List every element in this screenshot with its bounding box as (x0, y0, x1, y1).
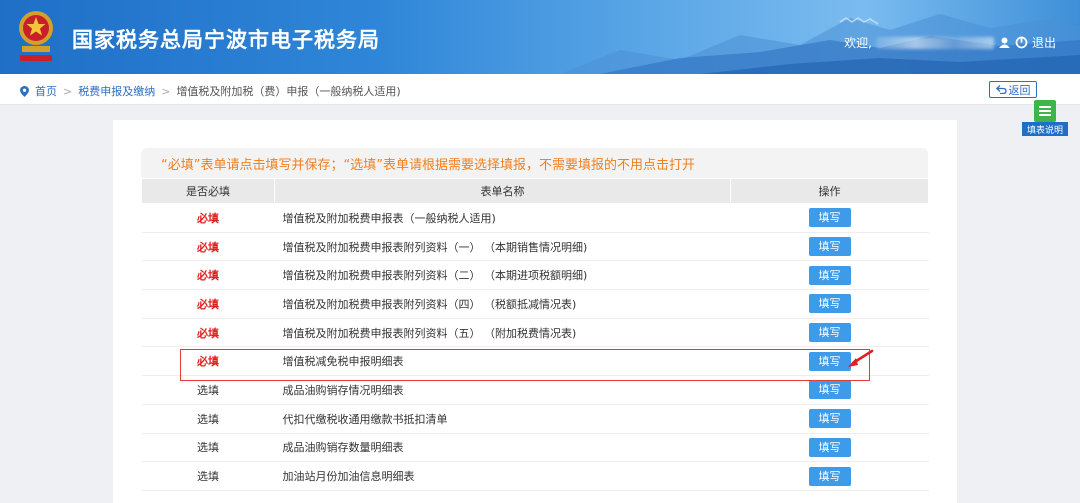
required-status: 选填 (141, 461, 275, 491)
table-row: 选填 加油站月份加油信息明细表 填写 (141, 461, 929, 491)
location-pin-icon (20, 85, 29, 97)
document-icon (1034, 100, 1056, 122)
return-arrow-icon (995, 85, 1007, 94)
welcome-text: 欢迎, (844, 36, 872, 50)
back-button[interactable]: 返回 (989, 81, 1037, 98)
form-name: 成品油购销存数量明细表 (274, 433, 731, 463)
user-area: 欢迎, 退出 (844, 34, 1056, 51)
required-status: 选填 (141, 404, 275, 434)
site-header: 国家税务总局宁波市电子税务局 欢迎, 退出 (0, 0, 1080, 74)
table-row: 必填 增值税及附加税费申报表附列资料（二） （本期进项税额明细) 填写 (141, 260, 929, 291)
fill-button[interactable]: 填写 (808, 265, 851, 285)
fill-notice: “必填”表单请点击填写并保存；“选填”表单请根据需要选择填报，不需要填报的不用点… (141, 148, 928, 178)
required-status: 必填 (141, 260, 275, 291)
breadcrumb-separator: > (63, 84, 73, 98)
required-status: 必填 (141, 232, 275, 262)
fill-button[interactable]: 填写 (808, 466, 851, 486)
column-header-form-name: 表单名称 (274, 178, 731, 204)
table-row: 必填 增值税减免税申报明细表 填写 (141, 346, 929, 377)
table-row: 选填 成品油购销存数量明细表 填写 (141, 433, 929, 463)
form-name: 增值税及附加税费申报表附列资料（五） （附加税费情况表) (274, 318, 731, 348)
table-row: 必填 增值税及附加税费申报表附列资料（一） （本期销售情况明细) 填写 (141, 232, 929, 262)
table-header-row: 是否必填 表单名称 操作 (141, 178, 929, 204)
fill-button[interactable]: 填写 (808, 294, 851, 314)
breadcrumb-tax-declaration[interactable]: 税费申报及缴纳 (78, 83, 155, 99)
required-status: 必填 (141, 203, 275, 233)
forms-table: 是否必填 表单名称 操作 必填 增值税及附加税费申报表（一般纳税人适用) 填写 … (141, 178, 929, 491)
form-name: 增值税及附加税费申报表（一般纳税人适用) (274, 203, 731, 233)
breadcrumb-home[interactable]: 首页 (35, 83, 57, 99)
form-name: 增值税及附加税费申报表附列资料（四） （税额抵减情况表) (274, 289, 731, 319)
logout-icon[interactable] (1015, 36, 1028, 49)
breadcrumb-bar: 首页 > 税费申报及缴纳 > 增值税及附加税（费）申报（一般纳税人适用) (0, 74, 1080, 105)
form-name: 加油站月份加油信息明细表 (274, 461, 731, 491)
logout-link[interactable]: 退出 (1032, 34, 1056, 51)
form-instructions-label: 填表说明 (1022, 122, 1068, 136)
form-name: 增值税及附加税费申报表附列资料（一） （本期销售情况明细) (274, 232, 731, 262)
table-row: 选填 代扣代缴税收通用缴款书抵扣清单 填写 (141, 404, 929, 434)
required-status: 必填 (141, 346, 275, 377)
column-header-action: 操作 (730, 178, 929, 204)
required-status: 选填 (141, 433, 275, 463)
form-name: 增值税及附加税费申报表附列资料（二） （本期进项税额明细) (274, 260, 731, 291)
user-icon[interactable] (998, 36, 1011, 49)
fill-button[interactable]: 填写 (808, 323, 851, 343)
fill-button[interactable]: 填写 (808, 208, 851, 228)
form-name: 成品油购销存情况明细表 (274, 375, 731, 405)
breadcrumb-separator: > (161, 84, 171, 98)
tax-emblem-icon (19, 11, 53, 61)
site-title: 国家税务总局宁波市电子税务局 (72, 28, 380, 52)
fill-button[interactable]: 填写 (808, 437, 851, 457)
table-row: 必填 增值税及附加税费申报表附列资料（四） （税额抵减情况表) 填写 (141, 289, 929, 319)
table-row: 必填 增值税及附加税费申报表（一般纳税人适用) 填写 (141, 203, 929, 233)
breadcrumb: 首页 > 税费申报及缴纳 > 增值税及附加税（费）申报（一般纳税人适用) (20, 83, 401, 99)
breadcrumb-current: 增值税及附加税（费）申报（一般纳税人适用) (176, 85, 401, 98)
form-name: 增值税减免税申报明细表 (274, 346, 731, 377)
form-instructions-widget[interactable]: 填表说明 (1022, 100, 1068, 138)
fill-button[interactable]: 填写 (808, 409, 851, 429)
fill-button[interactable]: 填写 (808, 351, 851, 371)
fill-button[interactable]: 填写 (808, 237, 851, 257)
table-row: 必填 增值税及附加税费申报表附列资料（五） （附加税费情况表) 填写 (141, 318, 929, 348)
required-status: 选填 (141, 375, 275, 405)
back-button-label: 返回 (1008, 83, 1031, 97)
username-redacted (875, 36, 994, 49)
table-row: 选填 成品油购销存情况明细表 填写 (141, 375, 929, 405)
required-status: 必填 (141, 289, 275, 319)
form-name: 代扣代缴税收通用缴款书抵扣清单 (274, 404, 731, 434)
fill-button[interactable]: 填写 (808, 380, 851, 400)
column-header-required: 是否必填 (141, 178, 275, 204)
required-status: 必填 (141, 318, 275, 348)
